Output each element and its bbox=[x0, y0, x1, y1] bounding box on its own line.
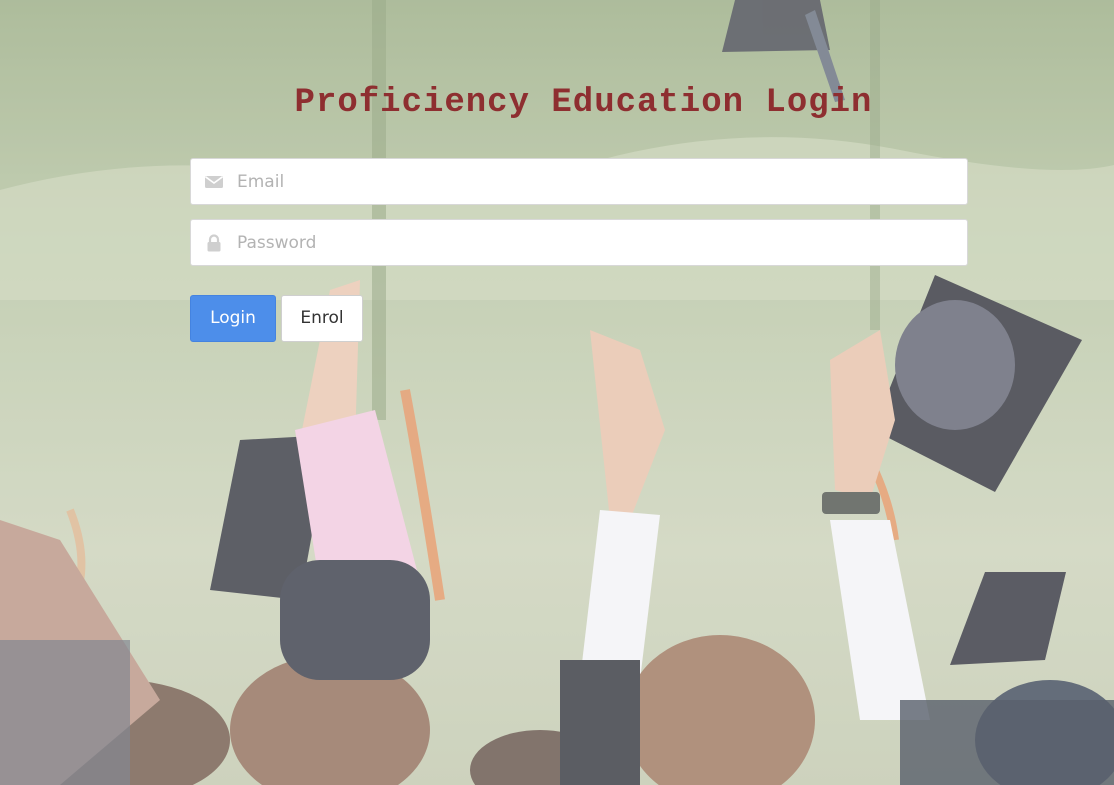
login-button[interactable]: Login bbox=[190, 295, 276, 342]
login-page: Proficiency Education Login Login Enrol bbox=[0, 0, 1114, 785]
page-title: Proficiency Education Login bbox=[294, 84, 873, 122]
envelope-icon bbox=[205, 176, 223, 188]
enrol-button[interactable]: Enrol bbox=[281, 295, 363, 342]
password-field[interactable] bbox=[190, 219, 968, 266]
password-input[interactable] bbox=[237, 220, 957, 265]
email-input[interactable] bbox=[237, 159, 957, 204]
lock-icon bbox=[207, 234, 221, 252]
email-field[interactable] bbox=[190, 158, 968, 205]
